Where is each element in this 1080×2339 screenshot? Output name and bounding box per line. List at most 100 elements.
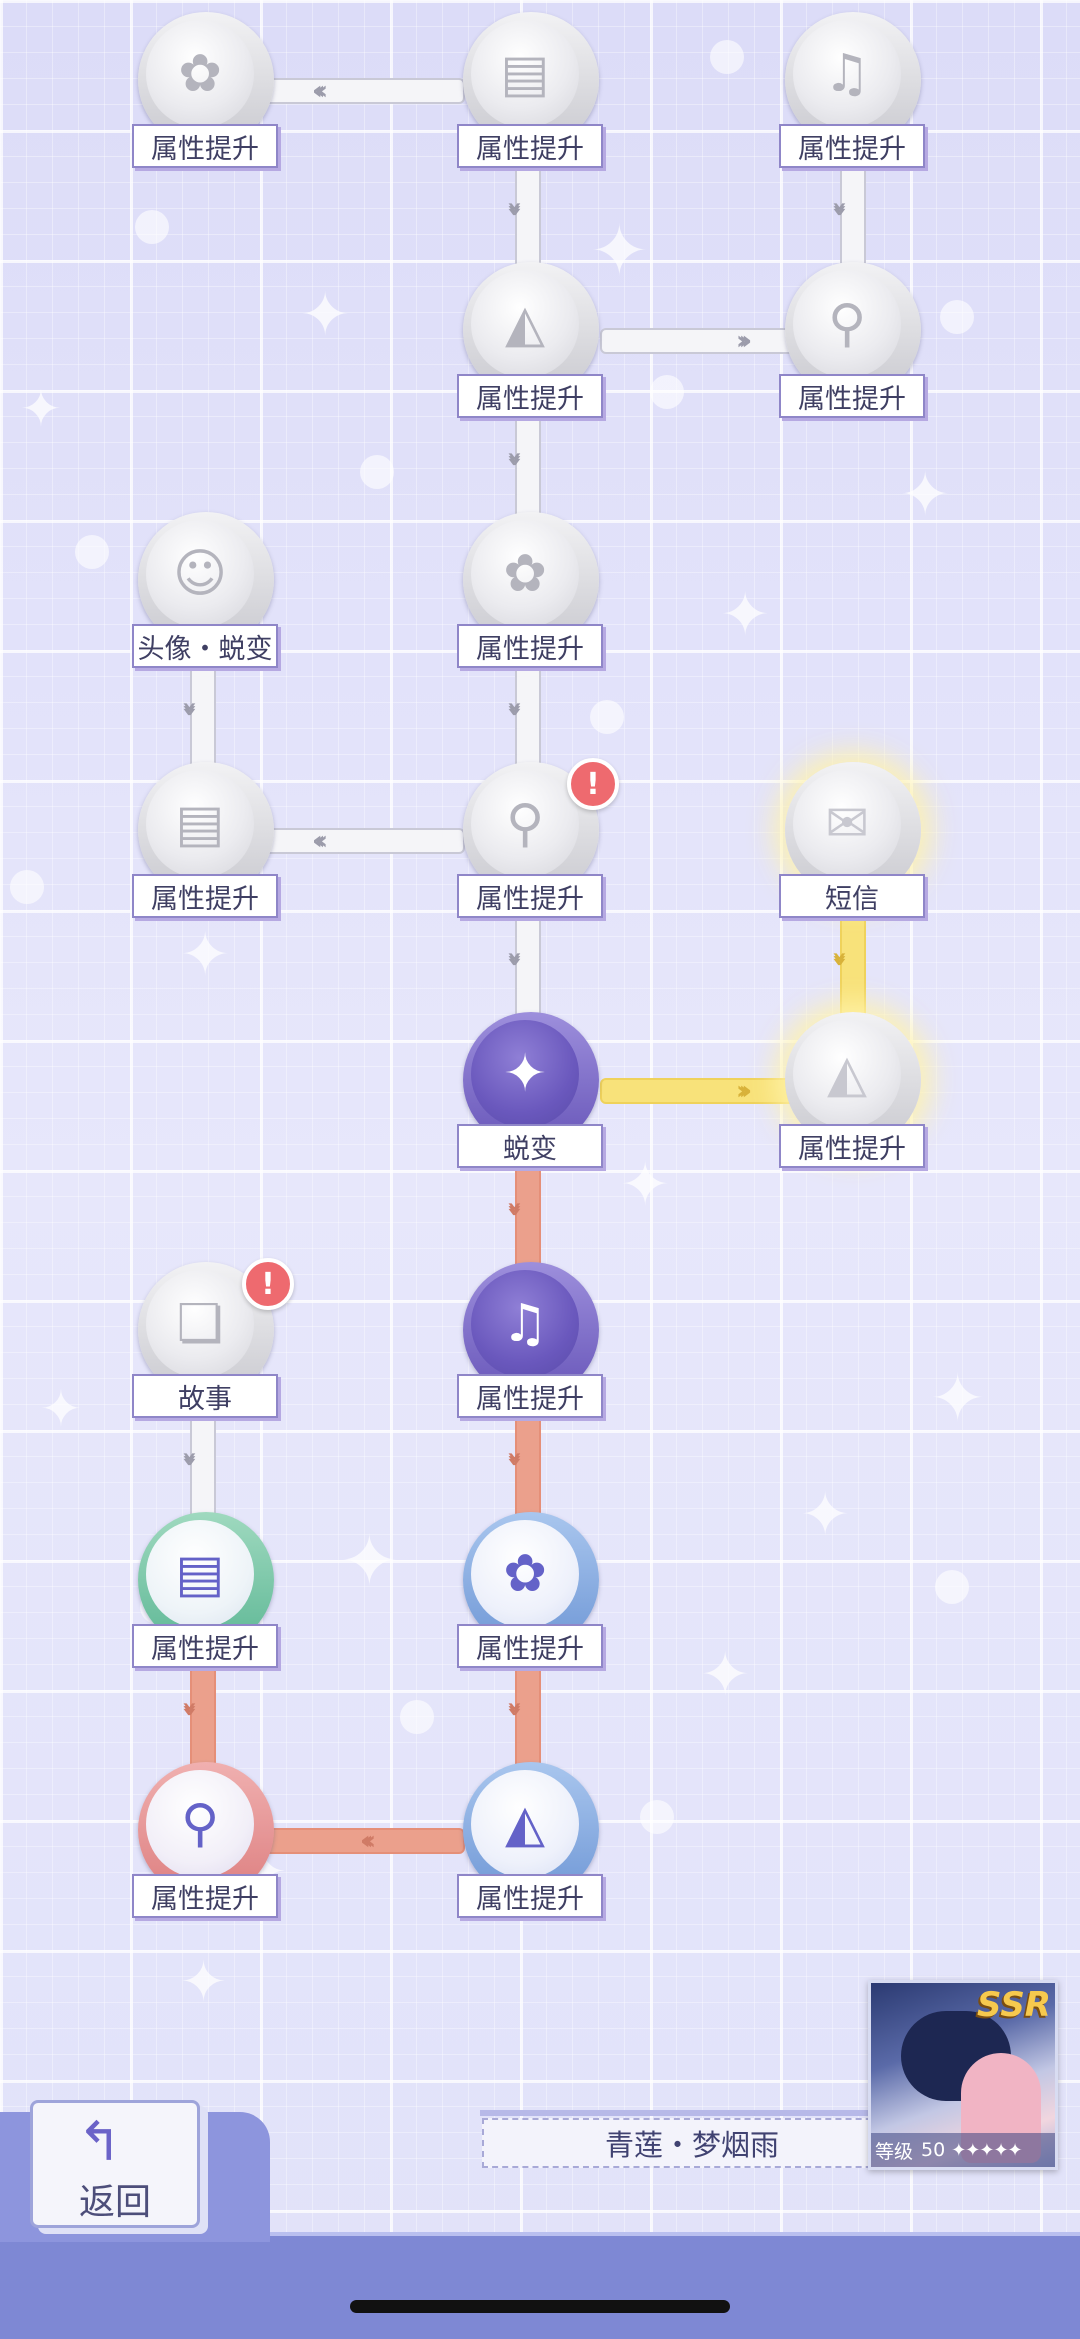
skill-node[interactable]: ✿ 属性提升 xyxy=(132,12,282,172)
sparkle-icon: ✦ xyxy=(180,920,231,990)
chevron-up-icon: ‹‹‹ xyxy=(499,958,530,968)
back-button-label: 返回 xyxy=(78,2182,151,2223)
node-label: 属性提升 xyxy=(132,874,278,918)
skill-node[interactable]: ✿ 属性提升 xyxy=(457,1512,607,1672)
home-indicator xyxy=(350,2300,730,2313)
skill-node[interactable]: ⚲ 属性提升 xyxy=(132,1762,282,1922)
telescope-rose-icon: ✿ xyxy=(471,520,579,628)
decorative-dot xyxy=(360,455,394,489)
level-label: 等级 xyxy=(875,2140,914,2163)
chevron-up-icon: ‹‹‹ xyxy=(824,208,855,218)
fan-icon: ◭ xyxy=(793,1020,901,1128)
skill-node[interactable]: ▤ 属性提升 xyxy=(457,12,607,172)
decorative-dot xyxy=(935,1570,969,1604)
skill-node[interactable]: ❏ 故事 ! xyxy=(132,1258,294,1422)
node-label: 属性提升 xyxy=(779,124,925,168)
chevron-up-icon: ‹‹‹ xyxy=(174,1458,205,1468)
decorative-dot xyxy=(640,1800,674,1834)
card-level: 等级 50 ✦✦✦✦✦ xyxy=(871,2133,1055,2167)
sparkle-icon: ✦ xyxy=(620,1150,671,1220)
node-label: 属性提升 xyxy=(457,1374,603,1418)
chevron-up-icon: ‹‹‹ xyxy=(499,458,530,468)
skill-node[interactable]: ♫ 属性提升 xyxy=(457,1262,607,1422)
fan-icon: ◭ xyxy=(471,270,579,378)
sparkle-icon: ✦ xyxy=(800,1480,851,1550)
node-label: 属性提升 xyxy=(457,124,603,168)
chevron-up-icon: ‹‹‹ xyxy=(499,708,530,718)
chevron-up-icon: ‹‹‹ xyxy=(499,1458,530,1468)
node-label: 蜕变 xyxy=(457,1124,603,1168)
chevron-up-icon: ‹‹‹ xyxy=(499,208,530,218)
music-note-icon: ♫ xyxy=(471,1270,579,1378)
bottom-bar xyxy=(0,2232,1080,2339)
sparkle-icon: ✦ xyxy=(900,460,951,530)
return-arrow-icon: ↰ xyxy=(77,2110,123,2173)
path-connector xyxy=(600,328,800,354)
decorative-dot xyxy=(400,1700,434,1734)
skill-node[interactable]: ☺ 头像・蜕变 xyxy=(132,512,282,672)
sparkle-icon: ✦ xyxy=(300,280,351,350)
skill-node[interactable]: ✉ 短信 xyxy=(779,762,929,922)
sparkle-icon: ✦ xyxy=(700,1640,751,1710)
skill-node[interactable]: ✦ 蜕变 xyxy=(457,1012,607,1172)
node-label: 短信 xyxy=(779,874,925,918)
star-card-icon: ✦ xyxy=(471,1020,579,1128)
decorative-dot xyxy=(940,300,974,334)
music-note-icon: ♫ xyxy=(793,20,901,128)
node-label: 属性提升 xyxy=(132,1874,278,1918)
character-name: 青莲・梦烟雨 xyxy=(480,2110,902,2168)
constellation-icon: ⚲ xyxy=(793,270,901,378)
skill-node[interactable]: ⚲ 属性提升 xyxy=(779,262,929,422)
book-icon: ▤ xyxy=(146,770,254,878)
decorative-dot xyxy=(10,870,44,904)
node-label: 属性提升 xyxy=(457,1874,603,1918)
star-rating: ✦✦✦✦✦ xyxy=(951,2139,1022,2161)
skill-node[interactable]: ▤ 属性提升 xyxy=(132,1512,282,1672)
decorative-dot xyxy=(650,375,684,409)
node-label: 属性提升 xyxy=(457,1624,603,1668)
telescope-rose-icon: ✿ xyxy=(146,20,254,128)
node-label: 属性提升 xyxy=(132,124,278,168)
sparkle-icon: ✦ xyxy=(340,1520,399,1602)
node-label: 属性提升 xyxy=(457,374,603,418)
alert-badge: ! xyxy=(242,1258,294,1310)
path-connector xyxy=(600,1078,800,1104)
skill-node[interactable]: ♫ 属性提升 xyxy=(779,12,929,172)
node-label: 故事 xyxy=(132,1374,278,1418)
story-cards-icon: ❏ xyxy=(146,1270,254,1378)
skill-node[interactable]: ◭ 属性提升 xyxy=(457,1762,607,1922)
rarity-badge: SSR xyxy=(977,1985,1051,2025)
book-icon: ▤ xyxy=(146,1520,254,1628)
chevron-up-icon: ‹‹‹ xyxy=(174,708,205,718)
skill-node[interactable]: ✿ 属性提升 xyxy=(457,512,607,672)
constellation-icon: ⚲ xyxy=(471,770,579,878)
skill-node[interactable]: ◭ 属性提升 xyxy=(457,262,607,422)
chevron-up-icon: ‹‹‹ xyxy=(499,1208,530,1218)
avatar-icon: ☺ xyxy=(146,520,254,628)
decorative-dot xyxy=(135,210,169,244)
sparkle-icon: ✦ xyxy=(180,1950,227,2015)
node-label: 属性提升 xyxy=(457,624,603,668)
node-label: 属性提升 xyxy=(779,374,925,418)
alert-badge: ! xyxy=(567,758,619,810)
back-button[interactable]: ↰ 返回 xyxy=(30,2100,200,2228)
chevron-right-icon: ››› xyxy=(736,326,752,356)
chevron-left-icon: ‹‹‹ xyxy=(360,1826,376,1856)
chevron-right-icon: ››› xyxy=(736,1076,752,1106)
chevron-up-icon: ‹‹‹ xyxy=(499,1708,530,1718)
chevron-left-icon: ‹‹‹ xyxy=(312,826,328,856)
chevron-up-icon: ‹‹‹ xyxy=(824,958,855,968)
sparkle-icon: ✦ xyxy=(930,1360,986,1437)
telescope-rose-icon: ✿ xyxy=(471,1520,579,1628)
book-icon: ▤ xyxy=(471,20,579,128)
character-card[interactable]: SSR 等级 50 ✦✦✦✦✦ xyxy=(868,1980,1058,2170)
decorative-dot xyxy=(75,535,109,569)
skill-node[interactable]: ▤ 属性提升 xyxy=(132,762,282,922)
chevron-left-icon: ‹‹‹ xyxy=(312,76,328,106)
sparkle-icon: ✦ xyxy=(40,1380,82,1438)
decorative-dot xyxy=(590,700,624,734)
fan-icon: ◭ xyxy=(471,1770,579,1878)
skill-node[interactable]: ◭ 属性提升 xyxy=(779,1012,929,1172)
skill-node[interactable]: ⚲ 属性提升 ! xyxy=(457,758,619,922)
sparkle-icon: ✦ xyxy=(20,380,62,438)
